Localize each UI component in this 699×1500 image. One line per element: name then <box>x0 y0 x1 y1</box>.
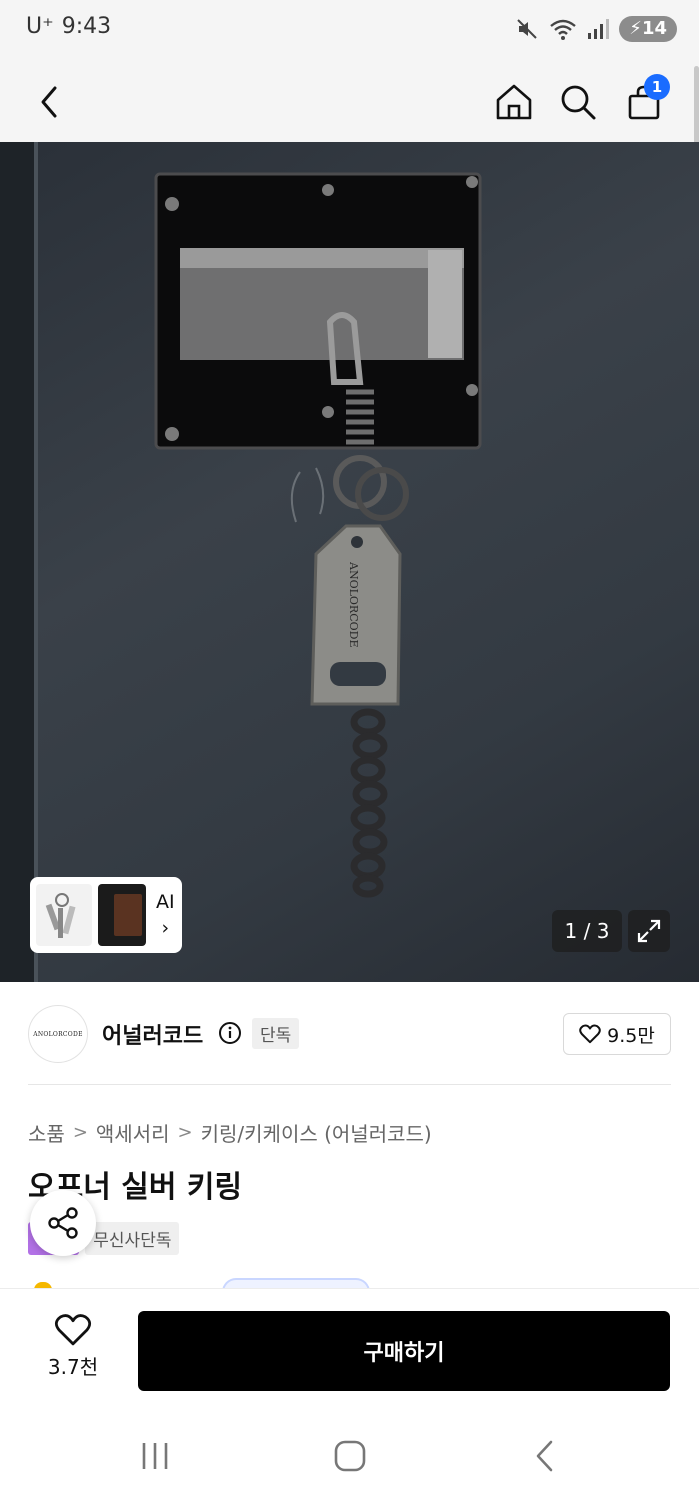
ai-thumb-wallet <box>98 884 146 946</box>
status-bar: U⁺ 9:43 ⚡14 <box>0 0 699 62</box>
buy-button[interactable]: 구매하기 <box>138 1311 670 1391</box>
recent-apps-icon <box>142 1443 168 1469</box>
signal-icon <box>588 19 610 39</box>
system-back-button[interactable] <box>520 1436 570 1476</box>
system-home-button[interactable] <box>325 1436 375 1476</box>
image-counter: 1 / 3 <box>552 910 622 952</box>
wifi-icon <box>550 19 577 40</box>
ai-chevron-icon: › <box>161 917 170 939</box>
expand-icon <box>637 919 661 943</box>
breadcrumb: 소품 > 액세서리 > 키링/키케이스 (어널러코드) <box>28 1118 432 1147</box>
recent-apps-button[interactable] <box>130 1436 180 1476</box>
share-icon <box>48 1207 78 1239</box>
product-image-gallery[interactable]: ANOLORCODE AI › 1 / 3 <box>0 142 699 982</box>
home-circle-icon <box>334 1440 366 1472</box>
status-left: U⁺ 9:43 <box>26 14 111 39</box>
info-icon[interactable] <box>218 1021 242 1045</box>
brand-name[interactable]: 어널러코드 <box>102 1018 203 1050</box>
back-button[interactable] <box>22 74 78 130</box>
top-nav: 1 <box>0 62 699 142</box>
mute-icon <box>517 19 538 39</box>
cart-badge: 1 <box>644 74 670 100</box>
search-button[interactable] <box>550 74 606 130</box>
ai-label: AI › <box>156 889 175 941</box>
exclusive-badge: 단독 <box>252 1018 300 1049</box>
expand-button[interactable] <box>628 910 670 952</box>
ai-text: AI <box>156 891 175 913</box>
carrier-label: U⁺ <box>26 14 54 39</box>
brand-like-count: 9.5만 <box>607 1024 655 1047</box>
wishlist-count: 3.7천 <box>47 1355 99 1379</box>
status-icons: ⚡14 <box>515 16 677 42</box>
brand-logo-text: ANOLORCODE <box>33 1030 83 1038</box>
ai-similar-button[interactable]: AI › <box>30 877 182 953</box>
breadcrumb-separator: > <box>72 1122 88 1143</box>
home-button[interactable] <box>486 74 542 130</box>
breadcrumb-item[interactable]: 키링/키케이스 (어널러코드) <box>201 1118 432 1147</box>
product-photo: ANOLORCODE <box>0 142 482 982</box>
search-icon <box>561 85 596 120</box>
brand-row: ANOLORCODE 어널러코드 단독 9.5만 <box>28 1005 671 1065</box>
heart-icon <box>54 1314 92 1346</box>
chevron-left-icon <box>41 86 57 118</box>
engraving-text: ANOLORCODE <box>347 561 360 647</box>
keyring-thumbnail-icon <box>45 893 76 938</box>
scrollbar-thumb[interactable] <box>694 66 699 146</box>
status-time: 9:43 <box>61 14 112 39</box>
breadcrumb-separator: > <box>177 1122 193 1143</box>
cart-button[interactable]: 1 <box>616 74 672 130</box>
breadcrumb-item[interactable]: 액세서리 <box>96 1118 170 1147</box>
share-button[interactable] <box>30 1190 96 1256</box>
battery-indicator: ⚡14 <box>619 16 677 42</box>
wishlist-button[interactable]: 3.7천 <box>30 1313 116 1383</box>
heart-icon <box>579 1024 601 1044</box>
brand-like-button[interactable]: 9.5만 <box>563 1013 671 1055</box>
divider <box>28 1084 671 1085</box>
battery-level: 14 <box>641 18 667 39</box>
brand-logo[interactable]: ANOLORCODE <box>28 1005 88 1063</box>
ai-thumb-keyring <box>36 884 92 946</box>
breadcrumb-item[interactable]: 소품 <box>28 1118 65 1147</box>
home-icon <box>496 84 532 120</box>
purchase-bar: 3.7천 구매하기 <box>0 1288 699 1410</box>
system-nav-bar <box>0 1410 699 1500</box>
musinsa-exclusive-tag: 무신사단독 <box>85 1222 180 1255</box>
system-back-icon <box>536 1440 553 1472</box>
